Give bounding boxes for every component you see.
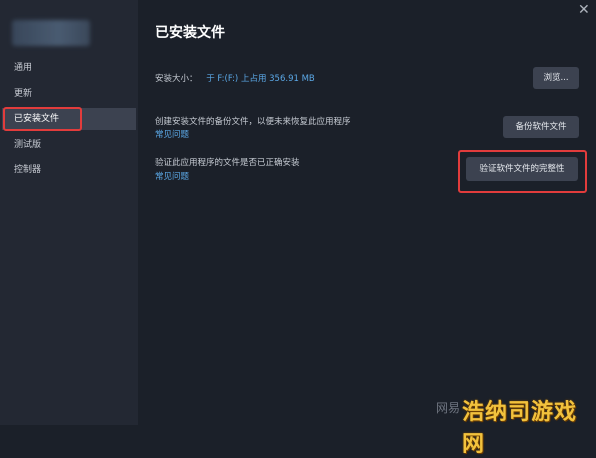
sidebar-item-general[interactable]: 通用 xyxy=(2,57,136,79)
sidebar-item-controller[interactable]: 控制器 xyxy=(2,159,136,181)
sidebar-item-betas[interactable]: 测试版 xyxy=(2,134,136,156)
sidebar-item-updates[interactable]: 更新 xyxy=(2,83,136,105)
watermark-netease: 网易 xyxy=(436,401,461,415)
backup-faq-link[interactable]: 常见问题 xyxy=(155,128,189,140)
page-title: 已安装文件 xyxy=(155,25,225,41)
verify-description: 验证此应用程序的文件是否已正确安装 xyxy=(155,158,300,168)
verify-integrity-button[interactable]: 验证软件文件的完整性 xyxy=(466,157,578,181)
browse-button[interactable]: 浏览... xyxy=(533,67,579,89)
verify-faq-link[interactable]: 常见问题 xyxy=(155,170,189,182)
backup-files-button[interactable]: 备份软件文件 xyxy=(503,116,579,138)
install-size-label: 安装大小： xyxy=(155,74,198,84)
sidebar: 通用 更新 已安装文件 测试版 控制器 xyxy=(0,0,138,425)
app-logo-icon xyxy=(12,20,90,46)
install-size-row: 安装大小： 于 F:(F:) 上占用 356.91 MB xyxy=(155,72,315,84)
install-size-value: 于 F:(F:) 上占用 356.91 MB xyxy=(206,74,315,84)
sidebar-item-installed-files[interactable]: 已安装文件 xyxy=(2,108,136,130)
main-panel: 已安装文件 ✕ 安装大小： 于 F:(F:) 上占用 356.91 MB 浏览.… xyxy=(138,0,596,425)
close-icon[interactable]: ✕ xyxy=(578,2,590,18)
watermark-site: 浩纳司游戏网 xyxy=(462,400,578,457)
backup-description: 创建安装文件的备份文件，以便未来恢复此应用程序 xyxy=(155,117,351,127)
